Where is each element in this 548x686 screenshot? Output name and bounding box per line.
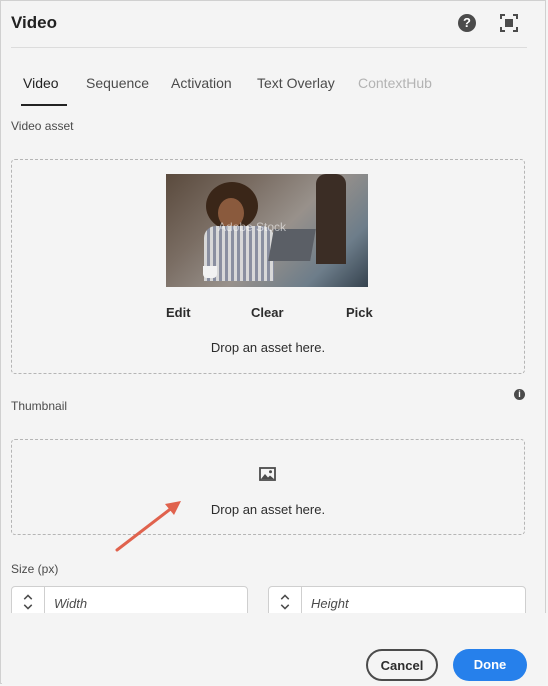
header-divider	[11, 47, 527, 48]
clear-button[interactable]: Clear	[251, 305, 284, 320]
annotation-arrow-icon	[115, 501, 181, 552]
thumbnail-figure-background	[316, 174, 346, 264]
dialog-title: Video	[11, 13, 57, 32]
active-tab-indicator	[21, 104, 67, 106]
tab-video[interactable]: Video	[23, 75, 59, 91]
size-label: Size (px)	[11, 562, 59, 576]
pick-button[interactable]: Pick	[346, 305, 373, 320]
thumbnail-cup	[203, 266, 217, 278]
help-icon[interactable]: ?	[458, 14, 476, 32]
info-icon[interactable]: i	[514, 389, 525, 400]
cancel-button[interactable]: Cancel	[366, 649, 438, 681]
tab-activation[interactable]: Activation	[171, 75, 232, 91]
video-thumbnail[interactable]: Adobe Stock	[166, 174, 368, 287]
thumbnail-label: Thumbnail	[11, 399, 68, 413]
tab-text-overlay[interactable]: Text Overlay	[257, 75, 335, 91]
thumbnail-watermark: Adobe Stock	[218, 220, 287, 234]
done-button[interactable]: Done	[453, 649, 527, 681]
fullscreen-icon[interactable]	[500, 14, 518, 32]
video-drop-text: Drop an asset here.	[210, 340, 326, 355]
image-icon	[259, 467, 276, 481]
tab-contexthub: ContextHub	[358, 75, 432, 91]
height-input[interactable]	[309, 591, 493, 615]
tab-sequence[interactable]: Sequence	[86, 75, 149, 91]
edit-button[interactable]: Edit	[166, 305, 191, 320]
thumbnail-dropzone[interactable]	[11, 439, 525, 535]
video-dialog: Video ? Video Sequence Activation Text O…	[0, 0, 546, 685]
video-asset-label: Video asset	[11, 119, 74, 133]
width-input[interactable]	[52, 591, 236, 615]
thumbnail-drop-text: Drop an asset here.	[210, 502, 326, 517]
